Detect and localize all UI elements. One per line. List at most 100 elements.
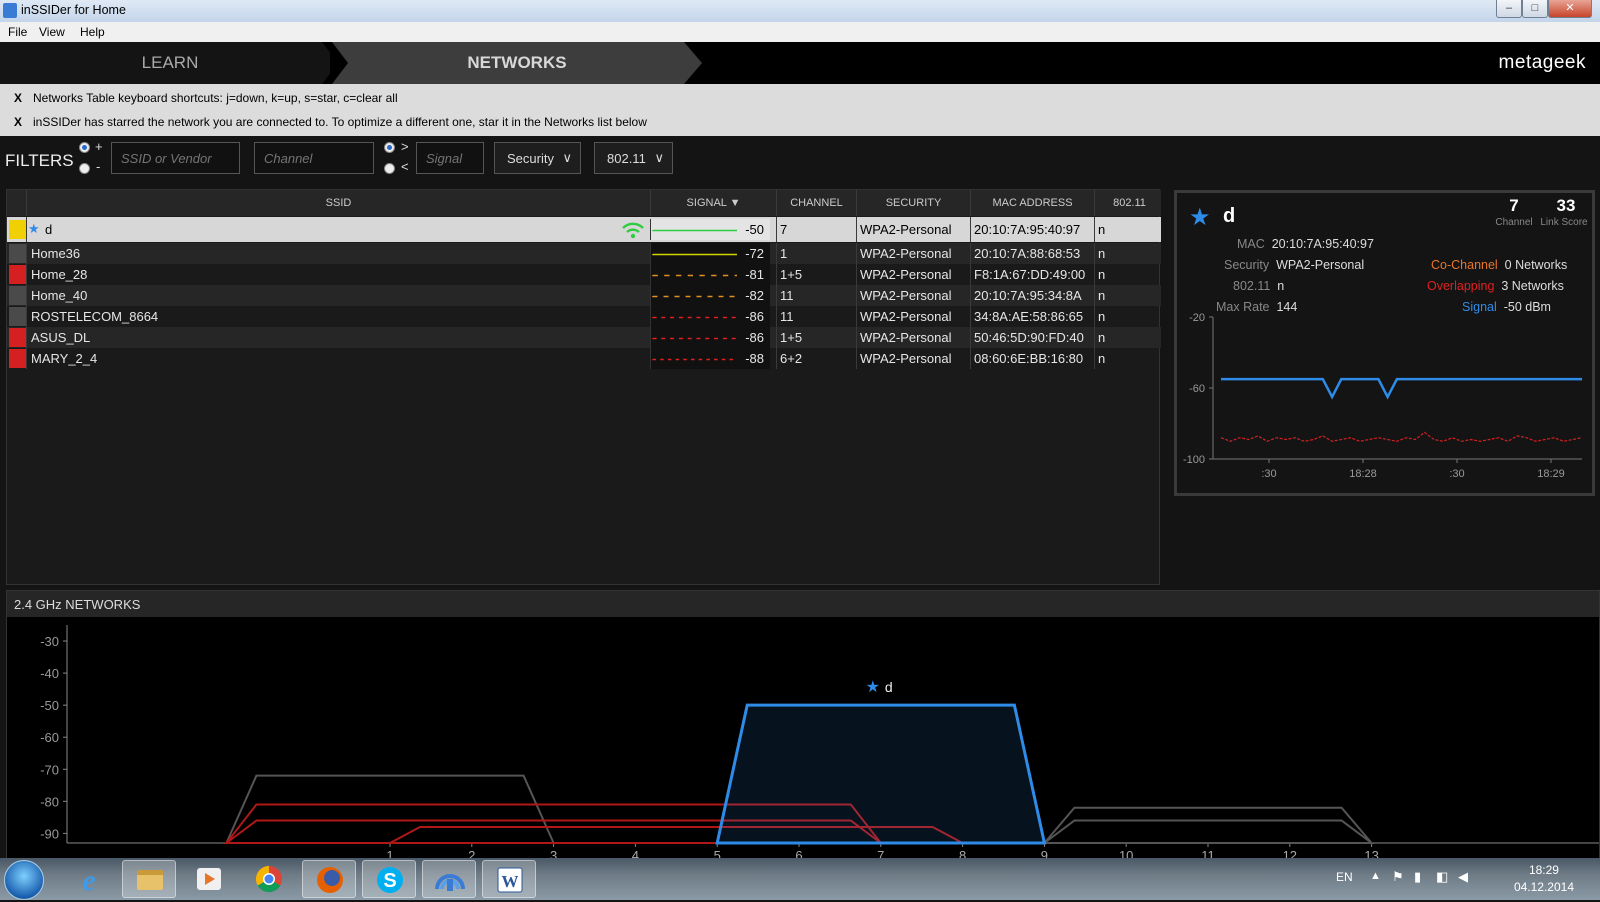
ssid-vendor-input[interactable] — [111, 142, 240, 174]
signal-cell: -72 — [650, 243, 770, 264]
channel-input[interactable] — [254, 142, 374, 174]
ssid-include-radio[interactable] — [79, 142, 90, 153]
signal-sparkline — [652, 358, 737, 361]
mode-dropdown[interactable]: 802.11 ∨ — [594, 142, 673, 174]
table-row[interactable]: MARY_2_4 -88 6+2 WPA2-Personal 08:60:6E:BB:1… — [7, 348, 1161, 369]
mode-cell: n — [1098, 309, 1106, 324]
signal-less-radio[interactable] — [384, 163, 395, 174]
column-divider — [776, 264, 777, 285]
signal-greater-radio[interactable] — [384, 142, 395, 153]
sort-desc-icon: ▼ — [729, 197, 741, 209]
signal-history-line — [652, 229, 737, 232]
signal-cell: -86 — [650, 327, 770, 348]
channel-cell: 1 — [780, 246, 788, 261]
signal-sparkline — [652, 229, 737, 232]
table-row[interactable]: ROSTELECOM_8664 -86 11 WPA2-Personal 34:8A:A… — [7, 306, 1161, 327]
table-row[interactable]: Home36 -72 1 WPA2-Personal 20:10:7A:88:68:53… — [7, 243, 1161, 264]
ssid-column-header[interactable]: SSID — [26, 190, 650, 216]
minimize-button[interactable]: – — [1496, 0, 1522, 18]
star-icon[interactable]: ★ — [1189, 203, 1211, 232]
flag-icon[interactable]: ⚑ — [1392, 869, 1404, 885]
ssid-cell: d — [45, 222, 53, 237]
star-icon[interactable]: ★ — [28, 221, 40, 237]
ssid-cell: Home36 — [31, 246, 81, 261]
detail-security-row: Security WPA2-Personal — [1224, 258, 1364, 272]
start-button[interactable] — [4, 860, 44, 900]
table-row[interactable]: Home_28 -81 1+5 WPA2-Personal F8:1A:67:DD:49… — [7, 264, 1161, 285]
dismiss-notice-button[interactable]: X — [14, 115, 22, 129]
column-divider — [856, 327, 857, 348]
explorer-taskbar-icon[interactable] — [122, 860, 176, 898]
signal-value: -82 — [745, 288, 764, 303]
y-tick-label: -100 — [1183, 454, 1205, 466]
security-value: WPA2-Personal — [1276, 258, 1365, 272]
dismiss-notice-button[interactable]: X — [14, 91, 22, 105]
taskbar: e S W EN ▲ ⚑ ▮ ◧ ◀ 18:29 04.12.2014 — [0, 858, 1600, 900]
filters-label: FILTERS — [5, 151, 74, 170]
network-color-swatch[interactable] — [9, 244, 26, 263]
maximize-button[interactable]: □ — [1522, 0, 1548, 18]
word-taskbar-icon[interactable]: W — [482, 860, 536, 898]
detail-mac-row: MAC 20:10:7A:95:40:97 — [1237, 237, 1374, 251]
channel-cell: 6+2 — [780, 351, 803, 366]
cochannel-value: 0 Networks — [1504, 258, 1568, 272]
skype-taskbar-icon[interactable]: S — [362, 860, 416, 898]
mode-cell: n — [1098, 330, 1106, 345]
menu-file[interactable]: File — [8, 25, 27, 39]
tray-expand-icon[interactable]: ▲ — [1370, 870, 1381, 882]
network-color-swatch[interactable] — [9, 307, 26, 326]
mac-address-cell: 50:46:5D:90:FD:40 — [974, 330, 1084, 345]
svg-text:S: S — [383, 870, 396, 892]
column-divider — [856, 217, 857, 242]
chrome-taskbar-icon[interactable] — [242, 860, 296, 898]
lt-label: < — [401, 159, 409, 174]
media-player-taskbar-icon[interactable] — [182, 860, 236, 898]
network-color-swatch[interactable] — [9, 265, 26, 284]
selected-signal-line — [1221, 377, 1582, 400]
ssid-exclude-radio[interactable] — [79, 163, 90, 174]
security-cell: WPA2-Personal — [860, 246, 952, 261]
volume-icon[interactable]: ◀ — [1458, 869, 1468, 885]
network-icon[interactable]: ▮ — [1414, 869, 1421, 885]
signal-input[interactable] — [416, 142, 484, 174]
column-divider — [26, 285, 27, 306]
mode-column-header[interactable]: 802.11 — [1094, 190, 1164, 216]
menu-view[interactable]: View — [39, 25, 65, 39]
signal-history-line — [652, 295, 737, 298]
color-column-header — [7, 190, 26, 216]
table-row[interactable]: ASUS_DL -86 1+5 WPA2-Personal 50:46:5D:90:FD… — [7, 327, 1161, 348]
network-color-swatch[interactable] — [9, 286, 26, 305]
plus-label: + — [95, 139, 103, 154]
network-channel-shape — [715, 703, 1047, 845]
signal-sparkline — [652, 337, 737, 340]
detail-channel-label: Channel — [1495, 217, 1533, 228]
firefox-taskbar-icon[interactable] — [302, 860, 356, 898]
network-color-swatch[interactable] — [9, 220, 26, 239]
tab-networks[interactable]: NETWORKS — [332, 42, 702, 84]
tab-learn[interactable]: LEARN — [0, 42, 330, 84]
power-icon[interactable]: ◧ — [1436, 869, 1448, 885]
network-color-swatch[interactable] — [9, 328, 26, 347]
table-row[interactable]: Home_40 -82 11 WPA2-Personal 20:10:7A:95:34:… — [7, 285, 1161, 306]
security-column-header[interactable]: SECURITY — [856, 190, 970, 216]
menu-help[interactable]: Help — [80, 25, 105, 39]
language-indicator[interactable]: EN — [1336, 870, 1353, 884]
channel-column-header[interactable]: CHANNEL — [776, 190, 856, 216]
mac-column-header[interactable]: MAC ADDRESS — [970, 190, 1094, 216]
signal-history-line — [652, 337, 737, 340]
ie-taskbar-icon[interactable]: e — [62, 860, 116, 898]
mode-dropdown-label: 802.11 — [607, 151, 646, 166]
signal-column-header[interactable]: SIGNAL ▼ — [650, 190, 776, 216]
mode-cell: n — [1098, 351, 1106, 366]
close-button[interactable]: ✕ — [1548, 0, 1592, 18]
network-label: d — [885, 679, 893, 695]
inssider-taskbar-icon[interactable] — [422, 860, 476, 898]
clock[interactable]: 18:29 04.12.2014 — [1514, 862, 1574, 896]
network-color-swatch[interactable] — [9, 349, 26, 368]
table-row[interactable]: ★ d -50 7 WPA2-Personal 20:10:7A:95:40:97 n — [7, 217, 1161, 242]
security-dropdown[interactable]: Security ∨ — [494, 142, 581, 174]
network-channel-shape — [1042, 806, 1374, 844]
y-tick-label: -40 — [40, 666, 59, 681]
mac-label: MAC — [1237, 237, 1265, 251]
column-divider — [970, 348, 971, 369]
